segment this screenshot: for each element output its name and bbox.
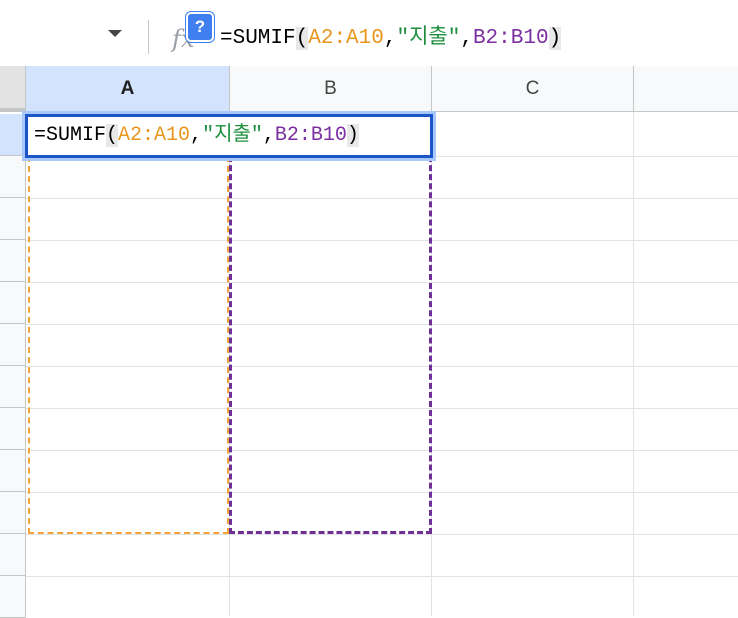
formula-bar: fx ? =SUMIF(A2:A10,"지출",B2:B10) bbox=[0, 0, 738, 67]
row-header-8[interactable] bbox=[0, 366, 26, 408]
formula-bar-token: B2:B10 bbox=[472, 27, 549, 50]
row-header-6[interactable] bbox=[0, 282, 26, 324]
cell-editor-token: , bbox=[262, 124, 275, 147]
formula-bar-token: ( bbox=[295, 27, 309, 50]
select-all-corner[interactable] bbox=[0, 66, 26, 112]
formula-bar-token: "지출" bbox=[396, 27, 461, 50]
formula-bar-token: A2:A10 bbox=[308, 27, 384, 50]
help-question-icon[interactable]: ? bbox=[186, 12, 214, 42]
formula-bar-token: , bbox=[460, 27, 473, 50]
grid-line bbox=[26, 534, 738, 535]
column-header-a[interactable]: A bbox=[26, 66, 230, 112]
column-header-d[interactable]: D bbox=[634, 66, 738, 112]
column-header-c[interactable]: C bbox=[432, 66, 634, 112]
cell-editor-token: A2:A10 bbox=[118, 124, 191, 147]
cell-editor-token: "지출" bbox=[202, 124, 263, 147]
range-highlight-b2-b10 bbox=[229, 156, 432, 534]
formula-input[interactable]: =SUMIF(A2:A10,"지출",B2:B10) bbox=[220, 24, 562, 54]
row-header-11[interactable] bbox=[0, 492, 26, 534]
name-box-dropdown-arrow-icon[interactable] bbox=[108, 30, 122, 37]
grid-line bbox=[633, 112, 634, 616]
row-header-12[interactable] bbox=[0, 534, 26, 576]
grid-line bbox=[26, 576, 738, 577]
cell-editor-token: B2:B10 bbox=[274, 124, 347, 147]
formula-bar-divider bbox=[148, 20, 149, 54]
row-header-9[interactable] bbox=[0, 408, 26, 450]
row-header-2[interactable] bbox=[0, 114, 26, 156]
formula-bar-token: =SUMIF bbox=[220, 27, 296, 50]
row-header-5[interactable] bbox=[0, 240, 26, 282]
active-cell-editor[interactable]: =SUMIF(A2:A10,"지출",B2:B10) bbox=[25, 114, 433, 158]
cell-editor-token: =SUMIF bbox=[34, 124, 107, 147]
cell-editor-token: , bbox=[190, 124, 203, 147]
cell-editor-token: ) bbox=[346, 124, 359, 147]
row-header-13[interactable] bbox=[0, 576, 26, 618]
row-header-4[interactable] bbox=[0, 198, 26, 240]
row-header-3[interactable] bbox=[0, 156, 26, 198]
formula-bar-token: ) bbox=[548, 27, 562, 50]
cell-editor-token: ( bbox=[106, 124, 119, 147]
formula-bar-token: , bbox=[383, 27, 397, 50]
column-header-b[interactable]: B bbox=[230, 66, 432, 112]
range-highlight-a2-a10 bbox=[28, 156, 229, 534]
row-header-7[interactable] bbox=[0, 324, 26, 366]
row-header-10[interactable] bbox=[0, 450, 26, 492]
